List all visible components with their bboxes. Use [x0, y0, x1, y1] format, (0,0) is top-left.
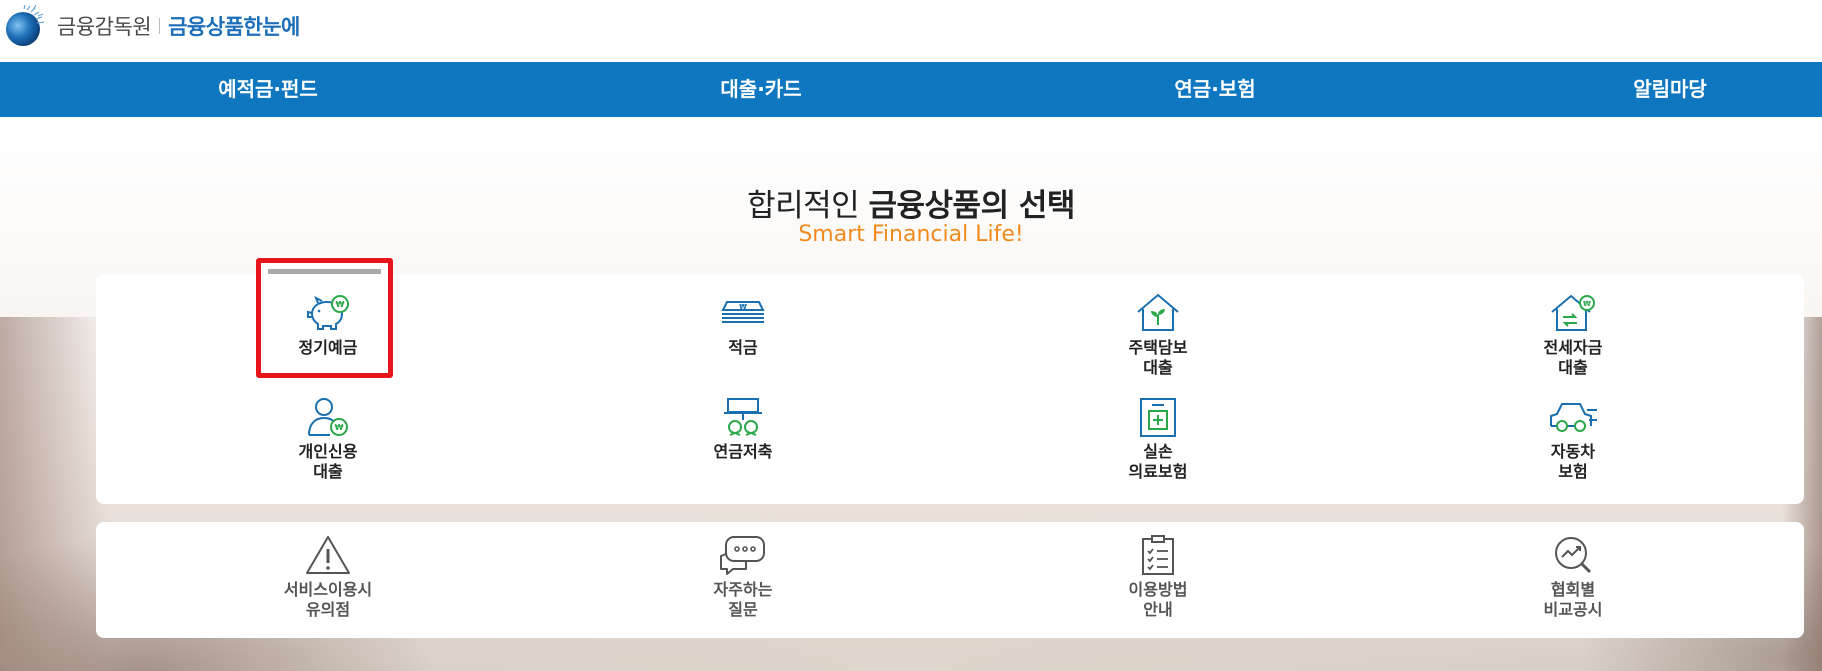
- hero-headline: 합리적인 금융상품의 선택: [0, 180, 1822, 225]
- product-tile-auto-insurance[interactable]: 자동차 보험: [1473, 396, 1673, 482]
- globe-logo-icon: [3, 4, 47, 48]
- hero-subline: Smart Financial Life!: [798, 222, 1024, 247]
- svg-text:₩: ₩: [739, 303, 747, 311]
- warning-icon: [306, 536, 350, 574]
- headline-light: 합리적인: [747, 188, 869, 224]
- product-label: 자동차 보험: [1550, 442, 1596, 481]
- nav-item-deposit-fund[interactable]: 예적금·펀드: [148, 62, 388, 117]
- search-chart-icon: [1555, 537, 1592, 574]
- chat-bubble-icon: [720, 536, 765, 575]
- pension-icon: [724, 398, 762, 436]
- car-icon: [1550, 403, 1597, 432]
- product-label: 적금: [728, 338, 758, 357]
- product-tile-mortgage-loan[interactable]: 주택담보 대출: [1058, 292, 1258, 378]
- piggy-bank-icon: ₩: [307, 295, 349, 330]
- product-tile-jeonse-loan[interactable]: ₩ 전세자금 대출: [1473, 292, 1673, 378]
- svg-text:₩: ₩: [335, 423, 344, 432]
- house-exchange-icon: ₩: [1551, 294, 1595, 331]
- info-tile-association-comparison[interactable]: 협회별 비교공시: [1473, 534, 1673, 620]
- product-label: 연금저축: [713, 442, 773, 461]
- svg-text:₩: ₩: [1583, 300, 1591, 308]
- info-label: 서비스이용시 유의점: [283, 580, 373, 619]
- info-tile-service-cautions[interactable]: 서비스이용시 유의점: [228, 534, 428, 620]
- product-label: 개인신용 대출: [298, 442, 358, 481]
- site-header: 금융감독원 금융상품한눈에: [0, 0, 1822, 62]
- headline-bold: 금융상품의 선택: [868, 188, 1076, 224]
- product-label: 실손 의료보험: [1128, 442, 1188, 481]
- product-label: 전세자금 대출: [1543, 338, 1603, 377]
- hero-shade-left: [0, 317, 110, 671]
- product-label: 정기예금: [298, 338, 358, 357]
- service-name: 금융상품한눈에: [168, 15, 300, 39]
- product-tile-personal-credit-loan[interactable]: ₩ 개인신용 대출: [228, 396, 428, 482]
- nav-item-pension-insurance[interactable]: 연금·보험: [1095, 62, 1335, 117]
- product-tile-pension-savings[interactable]: 연금저축: [643, 396, 843, 462]
- product-tile-time-deposit[interactable]: ₩ 정기예금: [228, 292, 428, 358]
- info-label: 협회별 비교공시: [1543, 580, 1603, 619]
- info-label: 이용방법 안내: [1128, 580, 1188, 619]
- logo-divider: [159, 18, 161, 34]
- main-nav: 예적금·펀드 대출·카드 연금·보험 알림마당: [0, 62, 1822, 117]
- nav-item-notice[interactable]: 알림마당: [1550, 62, 1790, 117]
- clipboard-check-icon: [1142, 535, 1174, 575]
- page: 금융감독원 금융상품한눈에 예적금·펀드 대출·카드 연금·보험 알림마당 합리…: [0, 0, 1822, 671]
- info-label: 자주하는 질문: [713, 580, 773, 619]
- svg-text:₩: ₩: [336, 300, 345, 309]
- site-logo[interactable]: 금융감독원 금융상품한눈에: [3, 4, 300, 48]
- highlight-topbar: [268, 269, 381, 274]
- product-label: 주택담보 대출: [1128, 338, 1188, 377]
- org-name: 금융감독원: [57, 15, 152, 39]
- product-tile-savings[interactable]: ₩ 적금: [643, 292, 843, 358]
- product-tile-medical-insurance[interactable]: 실손 의료보험: [1058, 396, 1258, 482]
- person-won-icon: ₩: [308, 398, 348, 436]
- medical-kit-icon: [1140, 398, 1176, 437]
- info-tile-usage-guide[interactable]: 이용방법 안내: [1058, 534, 1258, 620]
- nav-item-loan-card[interactable]: 대출·카드: [641, 62, 881, 117]
- info-tile-faq[interactable]: 자주하는 질문: [643, 534, 843, 620]
- house-sprout-icon: [1137, 293, 1179, 331]
- money-stack-icon: ₩: [721, 301, 765, 323]
